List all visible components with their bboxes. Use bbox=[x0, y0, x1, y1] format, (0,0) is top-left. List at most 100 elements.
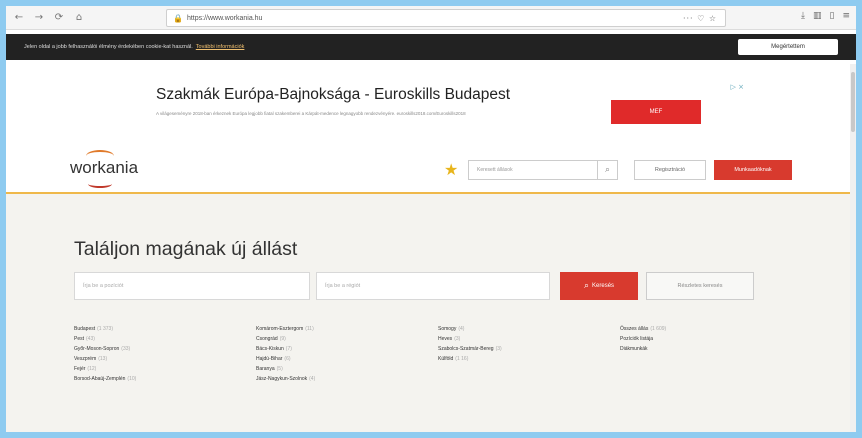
region-link[interactable]: Somogy (4) bbox=[438, 324, 502, 334]
region-name: Győr-Moson-Sopron bbox=[74, 346, 120, 352]
employers-button[interactable]: Munkaadóknak bbox=[714, 160, 792, 180]
download-icon[interactable]: ⤓ bbox=[801, 11, 805, 21]
position-placeholder: Írja be a pozíciót bbox=[83, 283, 124, 289]
region-count: (3) bbox=[495, 346, 502, 352]
region-count: (1 609) bbox=[650, 326, 667, 332]
page-scrollbar[interactable] bbox=[850, 64, 856, 432]
region-link[interactable]: Komárom-Esztergom (11) bbox=[256, 324, 315, 334]
browser-toolbar: ← → ⟳ ⌂ 🔒 https://www.workania.hu ··· ♡ … bbox=[6, 6, 856, 30]
scrollbar-thumb[interactable] bbox=[851, 72, 855, 132]
region-link[interactable]: Összes állás (1 609) bbox=[620, 324, 666, 334]
region-name: Komárom-Esztergom bbox=[256, 326, 304, 332]
star-icon[interactable]: ★ bbox=[444, 160, 458, 179]
region-link[interactable]: Jász-Nagykun-Szolnok (4) bbox=[256, 374, 315, 384]
browser-window: ← → ⟳ ⌂ 🔒 https://www.workania.hu ··· ♡ … bbox=[6, 6, 856, 432]
location-input[interactable]: Írja be a régiót bbox=[316, 272, 550, 300]
region-count: (43) bbox=[86, 336, 95, 342]
region-count: (1 373) bbox=[97, 326, 113, 332]
region-name: Csongrád bbox=[256, 336, 278, 342]
home-icon[interactable]: ⌂ bbox=[72, 11, 86, 25]
logo-arc-top bbox=[86, 150, 114, 162]
more-icon[interactable]: ··· ♡ ☆ bbox=[683, 14, 717, 23]
region-link[interactable]: Pest (43) bbox=[74, 334, 136, 344]
region-count: (33) bbox=[121, 346, 131, 352]
region-link[interactable]: Borsod-Abaúj-Zemplén (10) bbox=[74, 374, 136, 384]
region-count: (4) bbox=[458, 326, 465, 332]
toolbar-icons: ⤓ ▥ ▯ ≡ bbox=[801, 11, 850, 21]
region-link[interactable]: Csongrád (9) bbox=[256, 334, 315, 344]
library-icon[interactable]: ▥ bbox=[813, 11, 822, 21]
search-icon[interactable]: ⌕ bbox=[597, 161, 617, 179]
region-count: (7) bbox=[285, 346, 292, 352]
region-link[interactable]: Külföld (1 16) bbox=[438, 354, 502, 364]
search-button[interactable]: ⌕ Keresés bbox=[560, 272, 638, 300]
ad-description: A világeseményre 2018-ban érkeznek Európ… bbox=[156, 111, 466, 116]
region-count: (11) bbox=[305, 326, 314, 332]
region-name: Hajdú-Bihar bbox=[256, 356, 283, 362]
location-placeholder: Írja be a régiót bbox=[325, 283, 361, 289]
hero-section: Találjon magának új állást Írja be a poz… bbox=[6, 194, 856, 432]
address-bar[interactable]: 🔒 https://www.workania.hu ··· ♡ ☆ bbox=[166, 9, 726, 27]
ad-banner[interactable]: Szakmák Európa-Bajnoksága - Euroskills B… bbox=[136, 78, 756, 140]
region-link[interactable]: Baranya (5) bbox=[256, 364, 315, 374]
region-count: (5) bbox=[276, 366, 283, 372]
region-name: Somogy bbox=[438, 326, 457, 332]
region-count: (10) bbox=[127, 376, 137, 382]
region-link[interactable]: Szabolcs-Szatmár-Bereg (3) bbox=[438, 344, 502, 354]
forward-icon[interactable]: → bbox=[32, 11, 46, 25]
region-count: (9) bbox=[279, 336, 286, 342]
site-header: workania ★ Keresett állások ⌕ Regisztrác… bbox=[6, 148, 856, 192]
page-title: Találjon magának új állást bbox=[74, 238, 298, 260]
region-count: (1 16) bbox=[455, 356, 469, 362]
region-name: Szabolcs-Szatmár-Bereg bbox=[438, 346, 494, 352]
region-link[interactable]: Hajdú-Bihar (6) bbox=[256, 354, 315, 364]
region-link[interactable]: Pozíciók listája bbox=[620, 334, 666, 344]
region-link[interactable]: Heves (3) bbox=[438, 334, 502, 344]
region-name: Baranya bbox=[256, 366, 275, 372]
sidebar-icon[interactable]: ▯ bbox=[830, 11, 835, 21]
region-count: (6) bbox=[284, 356, 291, 362]
region-link[interactable]: Bács-Kiskun (7) bbox=[256, 344, 315, 354]
ad-cta-button[interactable]: MEF bbox=[611, 100, 701, 124]
position-input[interactable]: Írja be a pozíciót bbox=[74, 272, 310, 300]
region-name: Veszprém bbox=[74, 356, 97, 362]
region-link[interactable]: Diákmunkák bbox=[620, 344, 666, 354]
search-button-label: Keresés bbox=[592, 283, 615, 289]
region-column-1: Budapest (1 373) Pest (43) Győr-Moson-Sopron… bbox=[74, 324, 136, 384]
workania-logo[interactable]: workania bbox=[70, 150, 138, 188]
header-search-placeholder: Keresett állások bbox=[477, 167, 513, 173]
advanced-search-button[interactable]: Részletes keresés bbox=[646, 272, 754, 300]
region-count: (3) bbox=[454, 336, 461, 342]
cookie-info-link[interactable]: További információk bbox=[196, 44, 245, 50]
reload-icon[interactable]: ⟳ bbox=[52, 11, 66, 25]
region-name: Budapest bbox=[74, 326, 96, 332]
region-name: Heves bbox=[438, 336, 453, 342]
region-name: Összes állás bbox=[620, 326, 649, 332]
region-name: Külföld bbox=[438, 356, 454, 362]
region-name: Jász-Nagykun-Szolnok bbox=[256, 376, 308, 382]
region-column-3: Somogy (4) Heves (3) Szabolcs-Szatmár-Bereg(… bbox=[438, 324, 502, 364]
region-name: Pest bbox=[74, 336, 85, 342]
ad-headline[interactable]: Szakmák Európa-Bajnoksága - Euroskills B… bbox=[156, 86, 510, 104]
url-text: https://www.workania.hu bbox=[186, 14, 263, 22]
adchoice-icon[interactable]: ▷ × bbox=[731, 83, 744, 91]
cookie-bar: Jelen oldal a jobb felhasználói élmény é… bbox=[6, 34, 856, 60]
lock-icon: 🔒 bbox=[173, 13, 183, 23]
region-link[interactable]: Veszprém (13) bbox=[74, 354, 136, 364]
region-name: Fejér bbox=[74, 366, 86, 372]
region-link[interactable]: Budapest (1 373) bbox=[74, 324, 136, 334]
region-count: (12) bbox=[87, 366, 97, 372]
menu-icon[interactable]: ≡ bbox=[842, 11, 850, 21]
region-name: Diákmunkák bbox=[620, 346, 648, 352]
region-link[interactable]: Fejér (12) bbox=[74, 364, 136, 374]
register-button[interactable]: Regisztráció bbox=[634, 160, 706, 180]
header-search-input[interactable]: Keresett állások ⌕ bbox=[468, 160, 618, 180]
cookie-text: Jelen oldal a jobb felhasználói élmény é… bbox=[24, 44, 245, 50]
region-count: (13) bbox=[98, 356, 108, 362]
logo-arc-bottom bbox=[88, 180, 112, 188]
region-column-2: Komárom-Esztergom (11) Csongrád (9) Bács-Kis… bbox=[256, 324, 315, 384]
cookie-accept-button[interactable]: Megértettem bbox=[738, 39, 838, 55]
back-icon[interactable]: ← bbox=[12, 11, 26, 25]
region-link[interactable]: Győr-Moson-Sopron (33) bbox=[74, 344, 136, 354]
search-icon: ⌕ bbox=[583, 281, 590, 291]
